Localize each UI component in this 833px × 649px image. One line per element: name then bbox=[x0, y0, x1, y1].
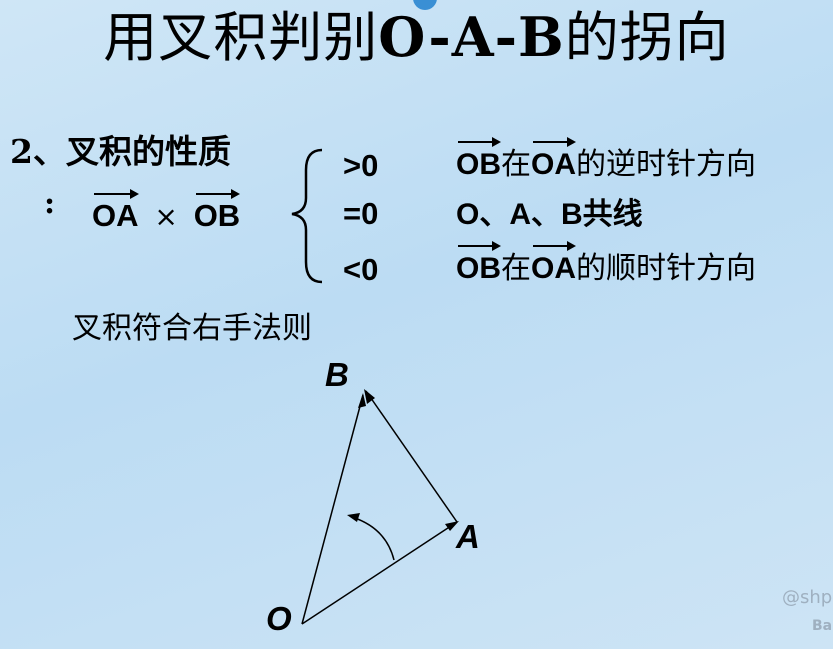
segment-ab bbox=[365, 390, 458, 523]
watermark-handle: @shp bbox=[782, 587, 833, 608]
label-b: B bbox=[325, 356, 349, 393]
arrowhead-b bbox=[358, 393, 366, 408]
triangle-diagram bbox=[301, 389, 459, 625]
rotation-arc bbox=[351, 516, 395, 561]
label-o: O bbox=[266, 600, 292, 637]
rotation-arrowhead bbox=[347, 513, 360, 522]
brace-and-diagram bbox=[291, 148, 459, 625]
watermark-brand: Ba bbox=[812, 618, 833, 634]
curly-brace bbox=[291, 148, 323, 284]
label-a: A bbox=[456, 518, 480, 555]
